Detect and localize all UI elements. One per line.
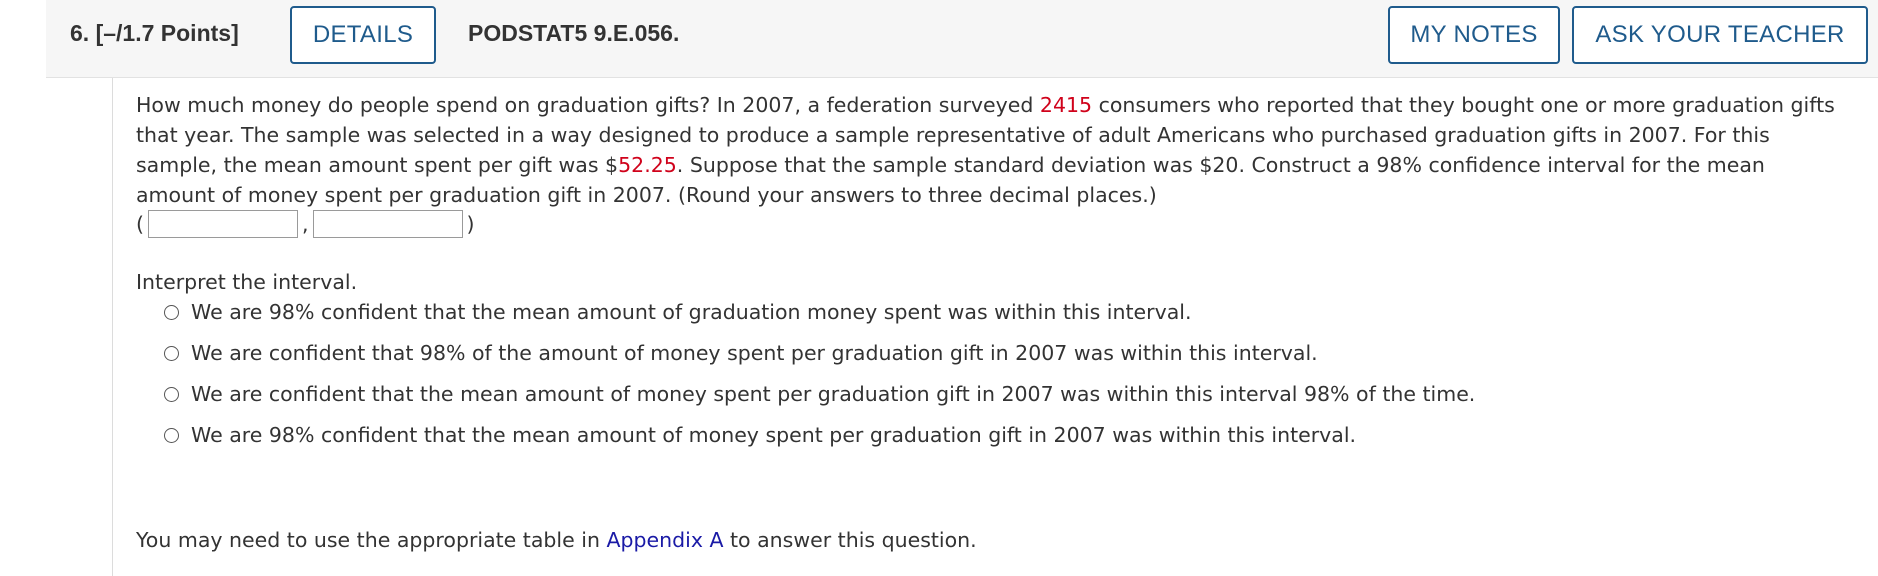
option-2-label: We are confident that 98% of the amount …: [191, 341, 1318, 365]
option-1-label: We are 98% confident that the mean amoun…: [191, 300, 1192, 324]
close-paren: ): [466, 212, 475, 236]
open-paren: (: [136, 212, 144, 236]
radio-button-icon[interactable]: [164, 304, 179, 320]
radio-button-icon[interactable]: [164, 345, 179, 361]
radio-button-icon[interactable]: [164, 386, 179, 402]
sample-size-value: 2415: [1039, 93, 1093, 117]
radio-button-icon[interactable]: [164, 427, 179, 443]
question-number: 6. [–/1.7 Points]: [70, 20, 239, 47]
question-index: 6.: [70, 20, 90, 46]
footer-suffix: to answer this question.: [723, 528, 977, 552]
problem-code: PODSTAT5 9.E.056.: [468, 20, 680, 46]
sample-mean-value: 52.25: [618, 153, 677, 177]
appendix-a-link[interactable]: Appendix A: [606, 528, 723, 552]
option-1[interactable]: We are 98% confident that the mean amoun…: [164, 300, 1191, 324]
details-button[interactable]: DETAILS: [290, 6, 436, 64]
question-left-border: [112, 78, 113, 576]
question-text-part1: How much money do people spend on gradua…: [136, 93, 1040, 117]
footer-prefix: You may need to use the appropriate tabl…: [136, 528, 607, 552]
option-3[interactable]: We are confident that the mean amount of…: [164, 382, 1475, 406]
upper-bound-input[interactable]: [312, 210, 463, 238]
option-3-label: We are confident that the mean amount of…: [191, 382, 1476, 406]
option-2[interactable]: We are confident that 98% of the amount …: [164, 341, 1318, 365]
ask-your-teacher-button[interactable]: ASK YOUR TEACHER: [1572, 6, 1868, 64]
option-4[interactable]: We are 98% confident that the mean amoun…: [164, 423, 1356, 447]
question-text: How much money do people spend on gradua…: [136, 90, 1846, 210]
question-points: [–/1.7 Points]: [95, 20, 239, 46]
option-4-label: We are 98% confident that the mean amoun…: [191, 423, 1357, 447]
question-header: 6. [–/1.7 Points] DETAILS PODSTAT5 9.E.0…: [46, 0, 1878, 78]
footer-note: You may need to use the appropriate tabl…: [136, 528, 977, 552]
my-notes-button[interactable]: MY NOTES: [1388, 6, 1560, 64]
interval-answer-row: ( , ): [136, 208, 475, 240]
lower-bound-input[interactable]: [148, 210, 298, 238]
interpret-label: Interpret the interval.: [136, 270, 358, 294]
interval-separator: ,: [302, 212, 309, 236]
